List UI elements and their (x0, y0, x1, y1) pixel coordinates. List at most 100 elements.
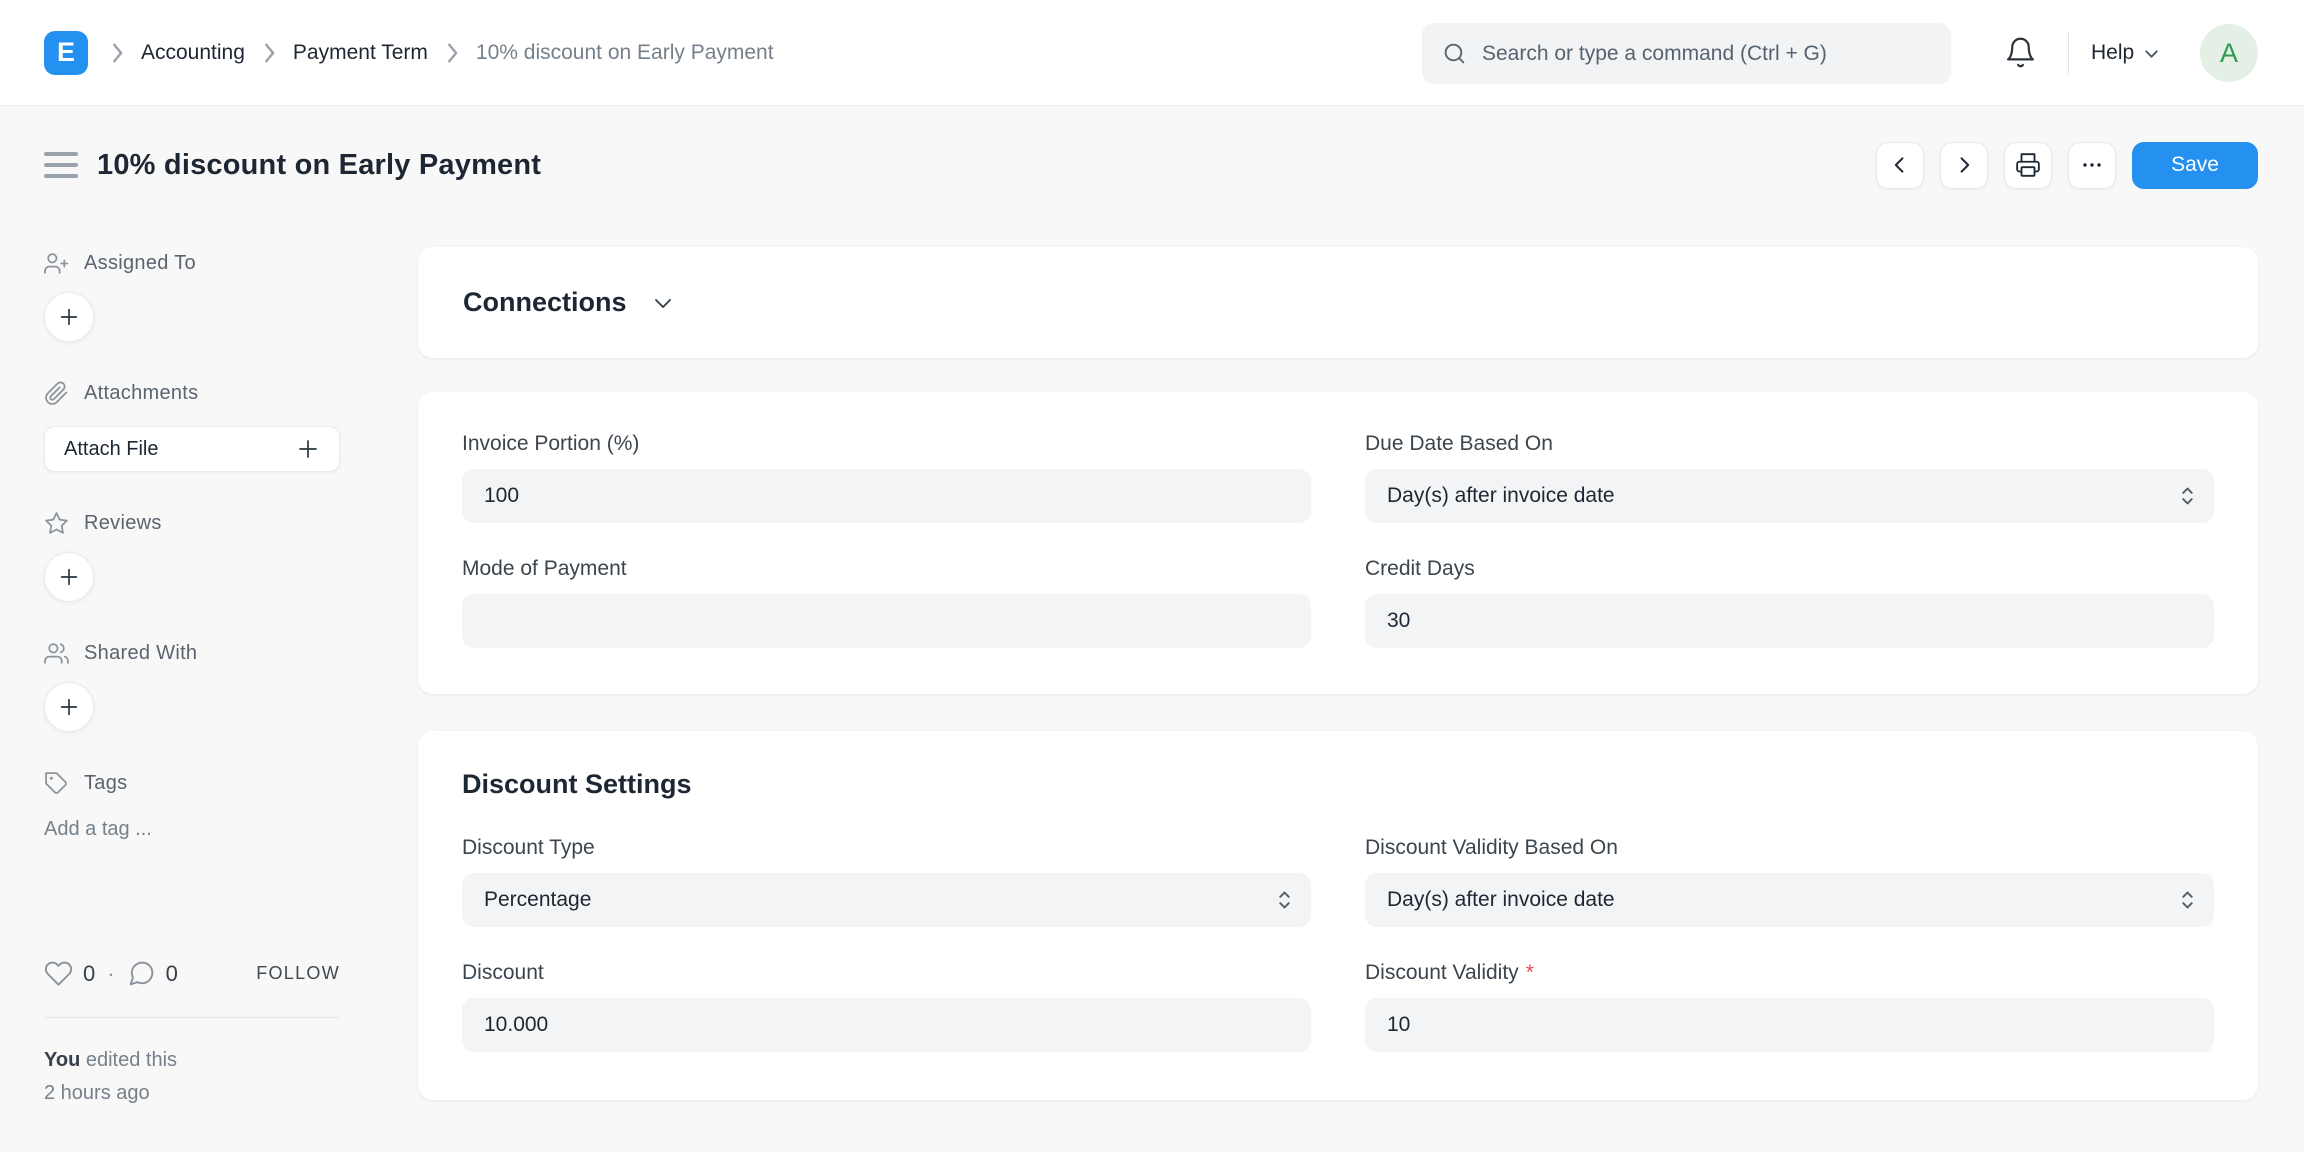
app-logo-letter: E (57, 37, 75, 68)
chevron-right-icon (1954, 155, 1974, 175)
shared-with-section: Shared With (44, 640, 340, 666)
discount-validity-based-on-value: Day(s) after invoice date (1387, 888, 1615, 912)
menu-ellipsis-button[interactable] (2068, 142, 2116, 189)
chevron-down-icon (2143, 45, 2160, 62)
mode-of-payment-label: Mode of Payment (462, 557, 1311, 581)
avatar-letter: A (2220, 38, 2238, 69)
credit-days-input[interactable] (1365, 594, 2214, 648)
document-sidebar: Assigned To Attachments Attach File Revi… (44, 250, 340, 1110)
field-discount: Discount (462, 961, 1311, 1052)
follow-button[interactable]: FOLLOW (256, 963, 340, 984)
attach-file-label: Attach File (64, 438, 158, 461)
help-menu[interactable]: Help (2091, 0, 2160, 106)
breadcrumb-accounting[interactable]: Accounting (141, 41, 245, 65)
likes-count: 0 (83, 961, 95, 987)
discount-validity-based-on-label: Discount Validity Based On (1365, 836, 2214, 860)
chevron-right-icon (262, 42, 276, 64)
add-tag-input[interactable]: Add a tag ... (44, 818, 340, 841)
breadcrumb-payment-term[interactable]: Payment Term (293, 41, 428, 65)
due-date-based-on-value: Day(s) after invoice date (1387, 484, 1615, 508)
form-main-area: Connections Invoice Portion (%) Due Date… (418, 247, 2258, 1100)
search-placeholder: Search or type a command (Ctrl + G) (1482, 42, 1827, 66)
attach-file-button[interactable]: Attach File (44, 426, 340, 472)
sidebar-toggle-icon[interactable] (44, 152, 78, 178)
breadcrumb: Accounting Payment Term 10% discount on … (110, 41, 774, 65)
document-toolbar: Save (1876, 142, 2258, 189)
discount-validity-input[interactable] (1365, 998, 2214, 1052)
paperclip-icon (44, 381, 69, 406)
plus-icon (58, 306, 80, 328)
plus-icon (58, 696, 80, 718)
printer-icon (2015, 152, 2041, 178)
tag-icon (44, 771, 69, 796)
chevron-down-icon[interactable] (651, 291, 675, 315)
heart-icon[interactable] (44, 959, 73, 988)
attachments-label: Attachments (84, 382, 198, 405)
print-button[interactable] (2004, 142, 2052, 189)
discount-settings-title: Discount Settings (462, 769, 2214, 800)
comments-count: 0 (166, 961, 178, 987)
sidebar-divider (44, 1017, 340, 1018)
discount-validity-label: Discount Validity * (1365, 961, 2214, 985)
discount-type-value: Percentage (484, 888, 591, 912)
select-stepper-icon (2179, 887, 2196, 913)
save-button[interactable]: Save (2132, 142, 2258, 189)
field-discount-type: Discount Type Percentage (462, 836, 1311, 927)
save-button-label: Save (2171, 153, 2219, 177)
field-discount-validity-based-on: Discount Validity Based On Day(s) after … (1365, 836, 2214, 927)
chevron-right-icon (445, 42, 459, 64)
search-icon (1442, 41, 1467, 66)
chevron-right-icon (110, 42, 124, 64)
app-logo[interactable]: E (44, 31, 88, 75)
due-date-based-on-select[interactable]: Day(s) after invoice date (1365, 469, 2214, 523)
mode-of-payment-input[interactable] (462, 594, 1311, 648)
next-document-button[interactable] (1940, 142, 1988, 189)
field-due-date-based-on: Due Date Based On Day(s) after invoice d… (1365, 432, 2214, 523)
required-asterisk: * (1526, 961, 1534, 985)
user-plus-icon (44, 251, 69, 276)
edited-time: 2 hours ago (44, 1082, 150, 1104)
connections-section-header[interactable]: Connections (418, 247, 2258, 358)
select-stepper-icon (2179, 483, 2196, 509)
invoice-portion-input[interactable] (462, 469, 1311, 523)
ellipsis-icon (2080, 153, 2104, 177)
reviews-label: Reviews (84, 512, 162, 535)
field-credit-days: Credit Days (1365, 557, 2214, 648)
attachments-section: Attachments (44, 380, 340, 406)
notifications-bell-icon[interactable] (2004, 36, 2037, 69)
field-invoice-portion: Invoice Portion (%) (462, 432, 1311, 523)
select-stepper-icon (1276, 887, 1293, 913)
payment-terms-section: Invoice Portion (%) Due Date Based On Da… (418, 392, 2258, 694)
page-title: 10% discount on Early Payment (97, 149, 541, 182)
discount-validity-label-text: Discount Validity (1365, 961, 1519, 985)
add-assignment-button[interactable] (44, 292, 94, 342)
discount-input[interactable] (462, 998, 1311, 1052)
edited-by: You (44, 1049, 80, 1071)
discount-label: Discount (462, 961, 1311, 985)
plus-icon (58, 566, 80, 588)
discount-type-select[interactable]: Percentage (462, 873, 1311, 927)
connections-title: Connections (463, 287, 627, 318)
discount-type-label: Discount Type (462, 836, 1311, 860)
last-edited-info: You edited this 2 hours ago (44, 1044, 340, 1110)
discount-validity-based-on-select[interactable]: Day(s) after invoice date (1365, 873, 2214, 927)
star-icon (44, 511, 69, 536)
breadcrumb-current-doc: 10% discount on Early Payment (476, 41, 774, 65)
discount-settings-section: Discount Settings Discount Type Percenta… (418, 731, 2258, 1100)
social-row: 0 · 0 FOLLOW (44, 959, 340, 988)
users-icon (44, 641, 69, 666)
reviews-section: Reviews (44, 510, 340, 536)
previous-document-button[interactable] (1876, 142, 1924, 189)
add-review-button[interactable] (44, 552, 94, 602)
header-divider (2068, 31, 2069, 75)
shared-with-label: Shared With (84, 642, 197, 665)
add-share-button[interactable] (44, 682, 94, 732)
dot-separator: · (107, 961, 114, 987)
user-avatar[interactable]: A (2200, 24, 2258, 82)
plus-icon (296, 437, 320, 461)
help-label: Help (2091, 41, 2134, 65)
invoice-portion-label: Invoice Portion (%) (462, 432, 1311, 456)
comment-icon[interactable] (127, 959, 156, 988)
global-search-input[interactable]: Search or type a command (Ctrl + G) (1422, 23, 1951, 84)
app-header: E Accounting Payment Term 10% discount o… (0, 0, 2304, 106)
